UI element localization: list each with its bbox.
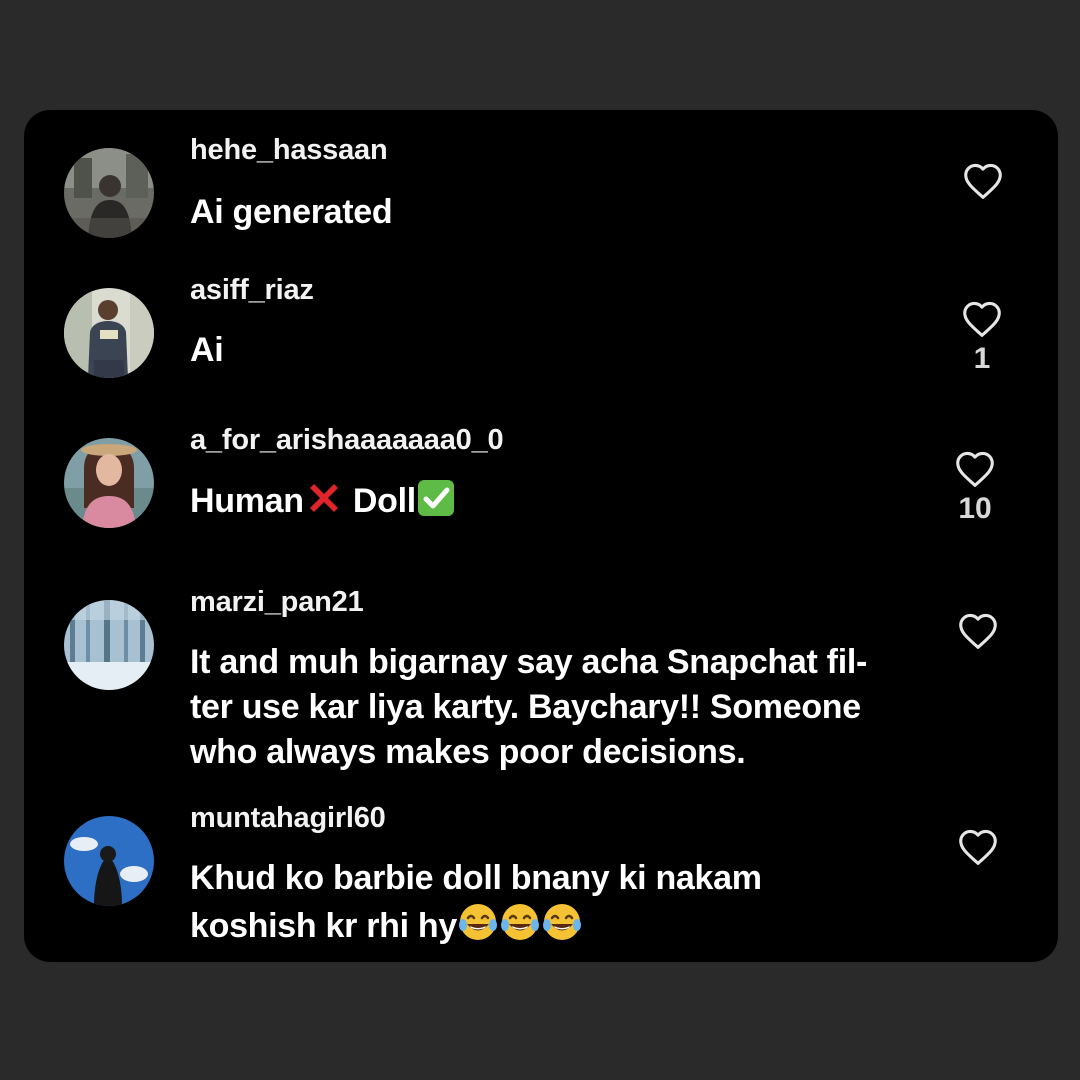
comment-username[interactable]: hehe_hassaan (190, 134, 388, 167)
comment-username[interactable]: muntahagirl60 (190, 802, 386, 835)
tears-of-joy-emoji (499, 901, 541, 943)
like-button[interactable]: 10 (945, 450, 1005, 526)
comment-text: Human Doll (190, 478, 950, 524)
comment-text-word: Human (190, 482, 304, 520)
comment-text-line: who always makes poor decisions. (190, 733, 746, 771)
comment-username[interactable]: a_for_arishaaaaaaa0_0 (190, 424, 504, 457)
comment-text-word: Doll (352, 482, 416, 520)
comment-text: Khud ko barbie doll bnany ki nakam koshi… (190, 856, 950, 949)
like-button[interactable]: 1 (952, 300, 1012, 376)
check-mark-button-emoji (416, 478, 456, 518)
comment-username[interactable]: marzi_pan21 (190, 586, 364, 619)
comment-text: It and muh bigarnay say acha Snapchat fi… (190, 640, 950, 775)
comment-text-word: koshish kr rhi hy (190, 907, 457, 945)
comment-text-line: Ai generated (190, 193, 393, 231)
heart-icon (964, 163, 1002, 199)
comment-text-line: ter use kar liya karty. Baychary!! Someo… (190, 688, 861, 726)
comment-text-line: Human Doll (190, 478, 950, 524)
heart-icon (959, 829, 997, 865)
comment-username[interactable]: asiff_riaz (190, 274, 314, 307)
avatar[interactable] (64, 438, 154, 528)
avatar[interactable] (64, 148, 154, 238)
comment-text-line: Khud ko barbie doll bnany ki nakam (190, 859, 762, 897)
like-button[interactable] (953, 162, 1013, 200)
heart-icon (963, 301, 1001, 337)
tears-of-joy-emoji (457, 901, 499, 943)
comment-text: Ai generated (190, 190, 950, 235)
tears-of-joy-emoji (541, 901, 583, 943)
like-button[interactable] (948, 828, 1008, 866)
heart-icon (959, 613, 997, 649)
like-count: 1 (973, 342, 991, 375)
comment-text-line: koshish kr rhi hy (190, 901, 950, 949)
avatar[interactable] (64, 816, 154, 906)
comment-text: Ai (190, 328, 950, 373)
cross-mark-emoji (304, 478, 344, 518)
heart-icon (956, 451, 994, 487)
avatar[interactable] (64, 600, 154, 690)
comments-panel: hehe_hassaan Ai generated asiff_riaz Ai (24, 110, 1058, 962)
like-button[interactable] (948, 612, 1008, 650)
like-count: 10 (958, 492, 992, 525)
avatar[interactable] (64, 288, 154, 378)
comment-text-line: Ai (190, 331, 224, 369)
comment-text-line: It and muh bigarnay say acha Snapchat fi… (190, 643, 868, 681)
